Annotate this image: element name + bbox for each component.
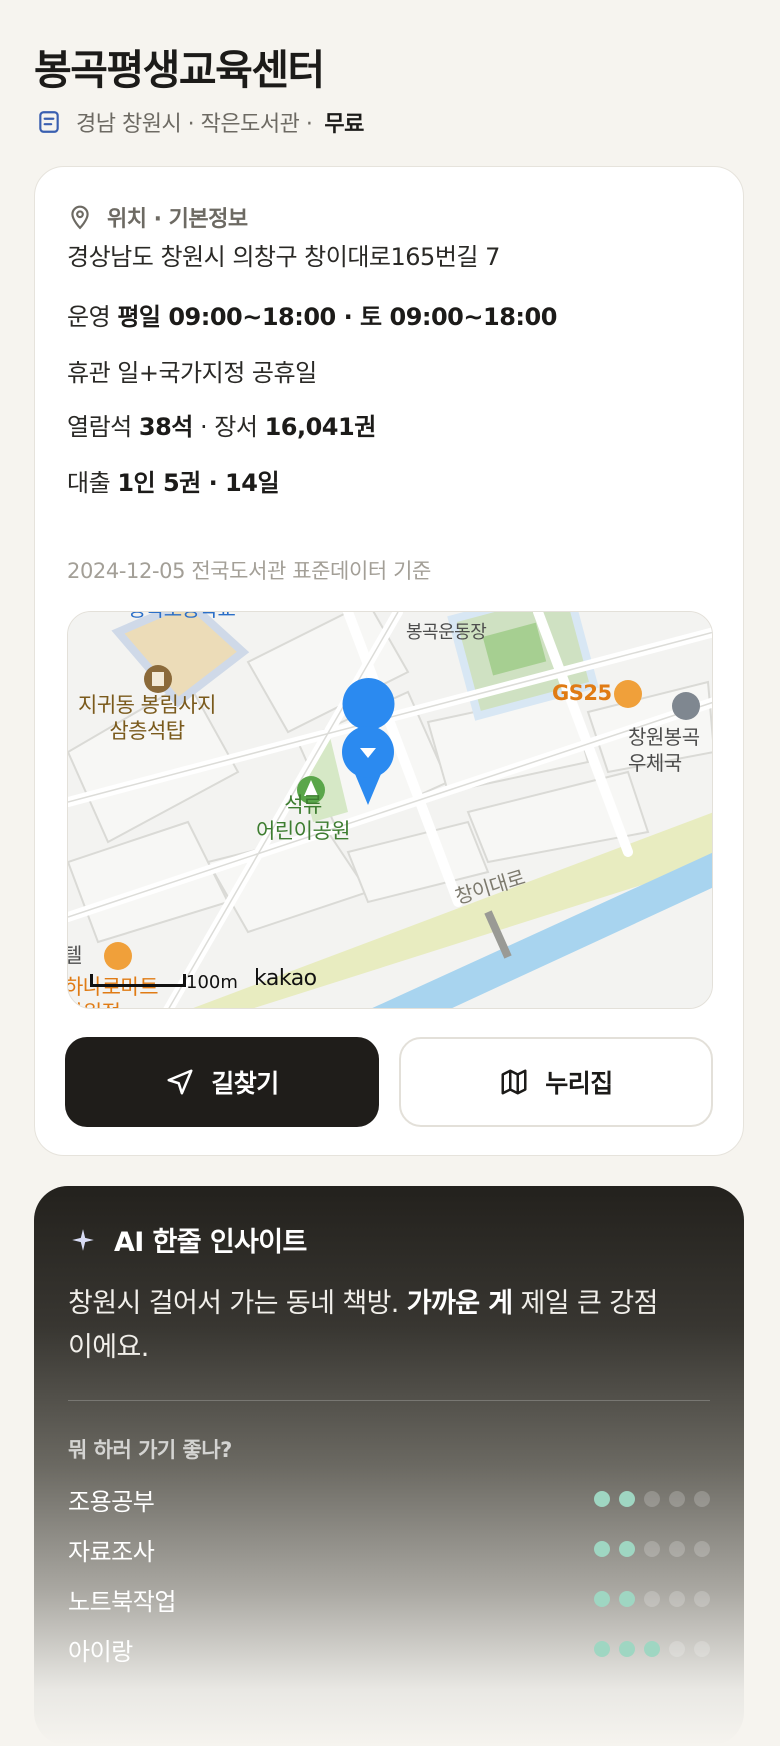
map-canvas — [68, 612, 712, 1008]
data-source-note: 2024-12-05 전국도서관 표준데이터 기준 — [67, 559, 431, 583]
activity-row: 노트북작업 — [68, 1582, 710, 1618]
activity-label: 자료조사 — [68, 1538, 155, 1566]
info-card: 위치 · 기본정보 경상남도 창원시 의창구 창이대로165번길 7 운영 평일… — [34, 166, 744, 1156]
address-text: 경상남도 창원시 의창구 창이대로165번길 7 — [67, 243, 500, 271]
hours-label: 운영 — [67, 303, 111, 331]
website-label: 누리집 — [545, 1069, 613, 1098]
library-meta: 경남 창원시 · 작은도서관 · 무료 — [36, 106, 364, 138]
rating-dot — [594, 1541, 610, 1557]
rating-dot — [594, 1591, 610, 1607]
page-title: 봉곡평생교육센터 — [34, 46, 325, 94]
location-pin-icon — [71, 205, 89, 230]
directions-button[interactable]: 길찾기 — [65, 1037, 379, 1127]
rating-dots — [585, 1541, 710, 1557]
rating-dot — [694, 1641, 710, 1657]
rating-dot — [669, 1491, 685, 1507]
ai-text-part1: 창원시 걸어서 가는 동네 책방. — [68, 1288, 407, 1319]
section-header: 위치 · 기본정보 — [67, 201, 248, 233]
ai-insight-text: 창원시 걸어서 가는 동네 책방. 가까운 게 제일 큰 강점이에요. — [68, 1282, 668, 1370]
rating-dot — [594, 1491, 610, 1507]
map-poi-temple: 지귀동 봉림사지 삼층석탑 — [78, 693, 216, 743]
books-value: 16,041권 — [264, 413, 377, 441]
document-icon — [39, 111, 59, 133]
rating-dot — [619, 1541, 635, 1557]
rating-dot — [619, 1491, 635, 1507]
sparkle-icon — [72, 1228, 94, 1251]
ai-insight-title: AI 한줄 인사이트 — [114, 1227, 307, 1258]
hours-value: 평일 09:00~18:00 · 토 09:00~18:00 — [117, 303, 557, 331]
location-type-text: 경남 창원시 · 작은도서관 · — [76, 112, 313, 137]
rating-dots — [585, 1491, 710, 1507]
activity-row: 자료조사 — [68, 1532, 710, 1568]
books-label: · 장서 — [200, 413, 258, 441]
map-poi-school: 봉곡초등학교 — [128, 612, 236, 622]
activity-label: 노트북작업 — [68, 1588, 176, 1616]
rating-dot — [694, 1491, 710, 1507]
rating-dot — [619, 1591, 635, 1607]
loan-row: 대출 1인 5권 · 14일 — [67, 463, 280, 498]
activity-question: 뭐 하러 가기 좋나? — [68, 1438, 232, 1462]
rating-dot — [644, 1641, 660, 1657]
ai-text-highlight: 가까운 게 — [406, 1288, 513, 1319]
library-detail-page: 봉곡평생교육센터 경남 창원시 · 작은도서관 · 무료 위치 · 기본정보 경… — [0, 0, 780, 1746]
map-poi-post: 창원봉곡 우체국 — [628, 725, 700, 775]
loan-label: 대출 — [67, 469, 111, 497]
rating-dot — [594, 1641, 610, 1657]
section-title: 위치 · 기본정보 — [107, 207, 248, 232]
map-scale-text: 100m — [186, 972, 238, 993]
seats-label: 열람석 — [67, 413, 132, 441]
divider — [68, 1400, 710, 1401]
rating-dots — [585, 1591, 710, 1607]
ai-insight-card: AI 한줄 인사이트 창원시 걸어서 가는 동네 책방. 가까운 게 제일 큰 … — [34, 1186, 744, 1746]
ai-insight-header: AI 한줄 인사이트 — [70, 1220, 307, 1259]
fee-badge: 무료 — [324, 112, 364, 137]
map-poi-hotel: 텔 — [68, 942, 82, 968]
activity-label: 조용공부 — [68, 1488, 155, 1516]
rating-dot — [669, 1591, 685, 1607]
map-poi-stadium: 봉곡운동장 — [406, 622, 487, 643]
rating-dot — [644, 1591, 660, 1607]
rating-dot — [619, 1641, 635, 1657]
rating-dot — [644, 1541, 660, 1557]
rating-dot — [669, 1641, 685, 1657]
map-poi-park: 석류 어린이공원 — [256, 793, 351, 843]
activity-label: 아이랑 — [68, 1638, 133, 1666]
map-icon — [501, 1069, 527, 1095]
rating-dot — [669, 1541, 685, 1557]
directions-label: 길찾기 — [211, 1069, 279, 1098]
rating-dot — [694, 1591, 710, 1607]
closed-days: 휴관 일+국가지정 공휴일 — [67, 359, 317, 387]
rating-dots — [585, 1641, 710, 1657]
hours-row: 운영 평일 09:00~18:00 · 토 09:00~18:00 — [67, 297, 557, 332]
activity-row: 아이랑 — [68, 1632, 710, 1668]
location-map[interactable]: 지귀동 봉림사지 삼층석탑 석류 어린이공원 봉곡운동장 GS25 창원봉곡 우… — [67, 611, 713, 1009]
activity-row: 조용공부 — [68, 1482, 710, 1518]
navigation-arrow-icon — [167, 1069, 193, 1095]
kakao-logo: kakao — [254, 966, 317, 991]
loan-value: 1인 5권 · 14일 — [117, 469, 280, 497]
website-button[interactable]: 누리집 — [399, 1037, 713, 1127]
capacity-row: 열람석 38석 · 장서 16,041권 — [67, 407, 376, 442]
seats-value: 38석 — [138, 413, 193, 441]
rating-dot — [644, 1491, 660, 1507]
rating-dot — [694, 1541, 710, 1557]
map-scale-bar — [90, 974, 186, 987]
map-poi-gs25: GS25 — [552, 681, 612, 705]
